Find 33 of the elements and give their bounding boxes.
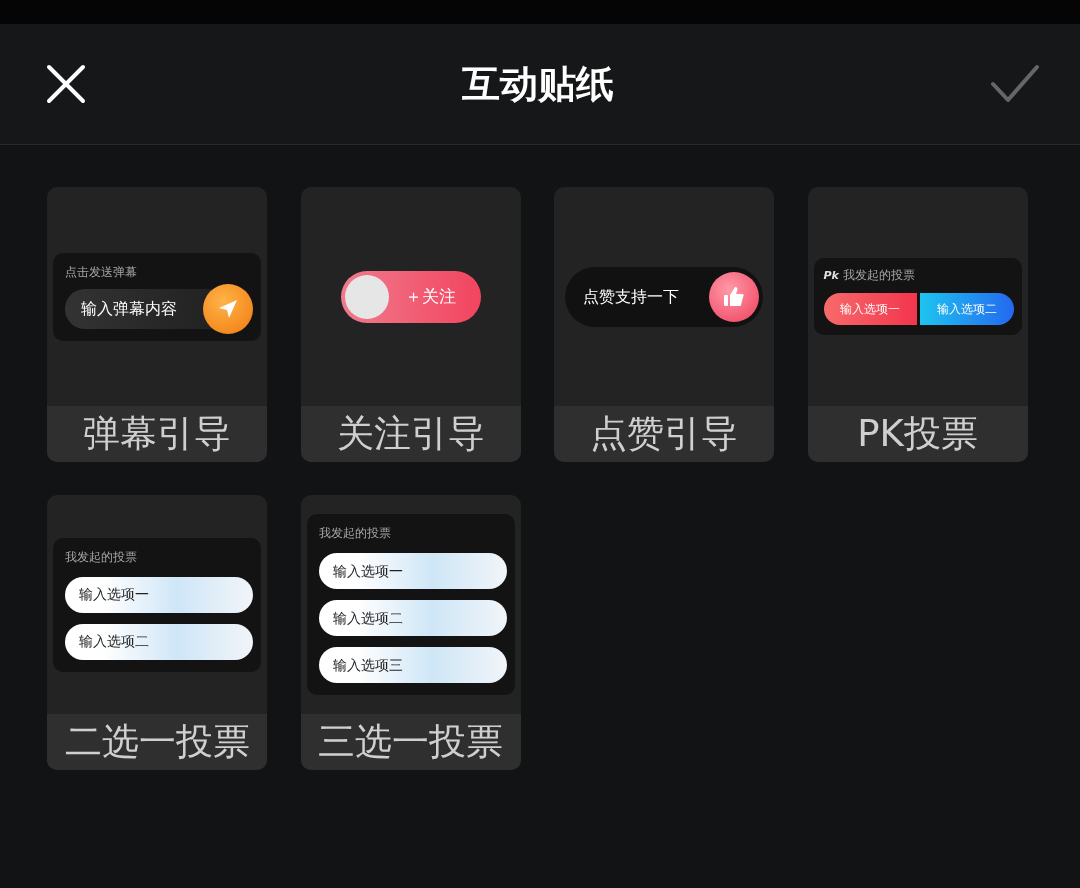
- avatar: [344, 274, 389, 319]
- sticker-card[interactable]: 我发起的投票 输入选项一 输入选项二 二选一投票: [47, 495, 267, 770]
- input-placeholder-text: 输入弹幕内容: [81, 297, 177, 320]
- caption-text: 点击发送弹幕: [65, 263, 138, 281]
- sticker-card[interactable]: Pk 我发起的投票 输入选项一 输入选项二 PK投票: [807, 187, 1028, 462]
- vote-option: 输入选项二: [920, 292, 1014, 325]
- sticker-label: 关注引导: [300, 406, 521, 462]
- sticker-card[interactable]: ＋关注 关注引导: [300, 187, 521, 462]
- caption-text: 我发起的投票: [65, 548, 138, 566]
- follow-text: ＋关注: [404, 284, 456, 308]
- sticker-label: 弹幕引导: [47, 406, 267, 462]
- page-title: 互动贴纸: [462, 60, 614, 108]
- vote-option: 输入选项二: [65, 623, 253, 660]
- vote-option: 输入选项一: [65, 576, 253, 613]
- sticker-label: 二选一投票: [47, 714, 267, 770]
- vote-option: 输入选项二: [318, 600, 507, 636]
- sticker-card[interactable]: 点击发送弹幕 输入弹幕内容 弹幕引导: [47, 187, 267, 462]
- confirm-check-icon[interactable]: [990, 64, 1040, 104]
- send-icon: [203, 283, 253, 334]
- caption-text: 我发起的投票: [842, 268, 915, 283]
- vote-option: 输入选项一: [823, 292, 917, 325]
- caption-text: 我发起的投票: [318, 525, 392, 542]
- sticker-label: 三选一投票: [300, 714, 521, 770]
- close-icon[interactable]: [46, 64, 86, 104]
- pk-logo: Pk: [823, 269, 839, 283]
- sticker-label: 点赞引导: [554, 406, 774, 462]
- vote-option: 输入选项三: [318, 647, 507, 683]
- sticker-label: PK投票: [807, 406, 1028, 462]
- thumbs-up-icon: [709, 271, 759, 322]
- vote-option: 输入选项一: [318, 553, 507, 589]
- sticker-card[interactable]: 我发起的投票 输入选项一 输入选项二 输入选项三 三选一投票: [300, 495, 521, 770]
- sticker-card[interactable]: 点赞支持一下 点赞引导: [554, 187, 774, 462]
- prompt-text: 点赞支持一下: [583, 285, 679, 308]
